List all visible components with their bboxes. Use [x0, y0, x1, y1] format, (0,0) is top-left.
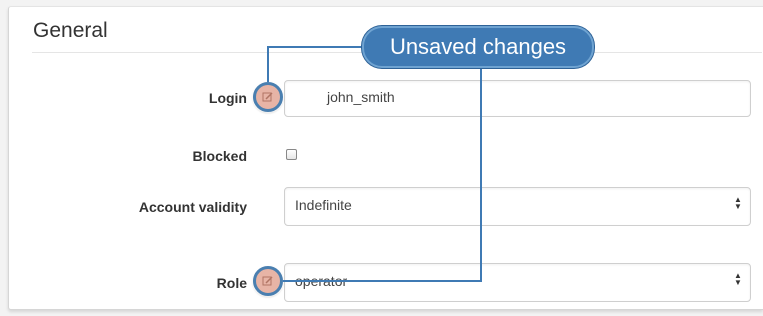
role-value: operator [295, 273, 348, 289]
login-value: john_smith [327, 89, 395, 105]
up-down-arrows-icon: ▲ ▼ [734, 271, 742, 287]
edit-icon [262, 276, 273, 286]
role-label: Role [216, 275, 247, 291]
role-unsaved-marker [253, 266, 283, 296]
login-field[interactable]: john_smith [284, 80, 751, 117]
login-label: Login [208, 90, 247, 106]
account-validity-select[interactable]: Indefinite ▲ ▼ [284, 187, 751, 226]
unsaved-changes-callout: Unsaved changes [362, 26, 594, 68]
account-validity-value: Indefinite [295, 197, 352, 213]
role-select[interactable]: operator ▲ ▼ [284, 263, 751, 302]
account-validity-label: Account validity [138, 199, 247, 215]
section-title: General [33, 19, 108, 42]
login-unsaved-marker [253, 82, 283, 112]
blocked-checkbox[interactable] [286, 149, 297, 160]
up-down-arrows-icon: ▲ ▼ [734, 195, 742, 211]
edit-icon [262, 92, 273, 102]
blocked-label: Blocked [192, 148, 247, 164]
